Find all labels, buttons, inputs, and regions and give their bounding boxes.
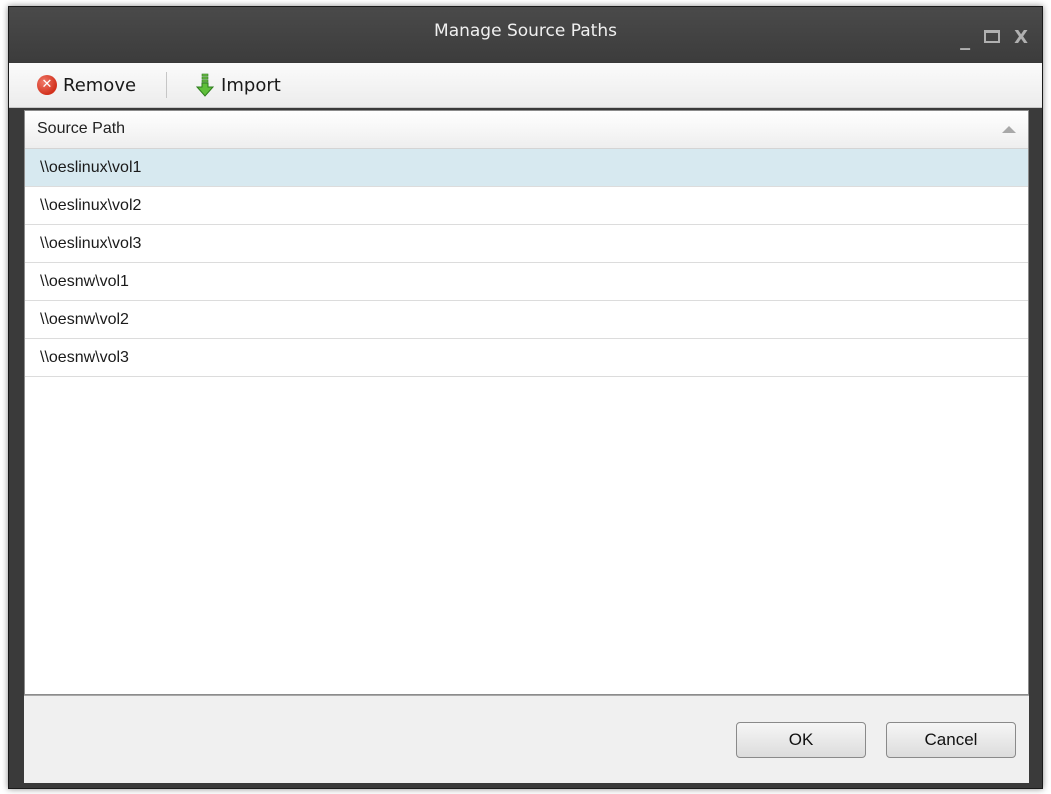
title-bar[interactable]: Manage Source Paths _ X	[9, 7, 1042, 62]
toolbar-separator	[166, 72, 168, 98]
manage-source-paths-dialog: Manage Source Paths _ X ✕ Remove Import …	[8, 6, 1043, 789]
remove-icon: ✕	[37, 75, 57, 95]
window-title: Manage Source Paths	[434, 21, 617, 41]
window-controls: _ X	[960, 28, 1028, 48]
sort-ascending-icon	[1002, 126, 1016, 133]
import-label: Import	[221, 74, 281, 96]
list-item[interactable]: \\oesnw\vol2	[25, 301, 1028, 339]
column-header-source-path[interactable]: Source Path	[25, 111, 1028, 149]
column-header-label: Source Path	[37, 120, 126, 137]
remove-button[interactable]: ✕ Remove	[29, 70, 144, 100]
toolbar: ✕ Remove Import	[9, 63, 1042, 108]
source-path-list[interactable]: Source Path \\oeslinux\vol1 \\oeslinux\v…	[24, 110, 1029, 695]
list-item[interactable]: \\oeslinux\vol1	[25, 149, 1028, 187]
list-item[interactable]: \\oeslinux\vol3	[25, 225, 1028, 263]
import-icon	[195, 73, 215, 97]
minimize-button[interactable]: _	[960, 28, 970, 48]
cancel-button[interactable]: Cancel	[886, 722, 1016, 758]
ok-button[interactable]: OK	[736, 722, 866, 758]
maximize-icon	[984, 30, 1001, 43]
maximize-button[interactable]	[984, 29, 1001, 47]
list-item[interactable]: \\oeslinux\vol2	[25, 187, 1028, 225]
import-button[interactable]: Import	[187, 70, 289, 100]
remove-label: Remove	[63, 74, 137, 96]
dialog-footer: OK Cancel	[24, 695, 1029, 783]
list-item[interactable]: \\oesnw\vol3	[25, 339, 1028, 377]
close-button[interactable]: X	[1014, 29, 1028, 47]
list-item[interactable]: \\oesnw\vol1	[25, 263, 1028, 301]
